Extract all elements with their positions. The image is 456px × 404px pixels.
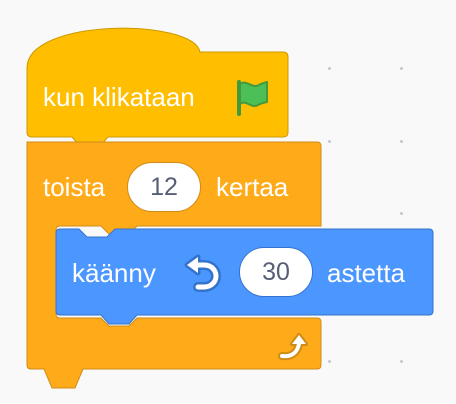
grid-dot [400, 360, 403, 363]
grid-dot [328, 140, 331, 143]
block-shapes [0, 0, 456, 404]
loop-arrow-icon [278, 333, 308, 361]
script-workspace[interactable]: kun klikataan toista 12 kertaa käänny 30… [0, 0, 456, 404]
repeat-count-input[interactable]: 12 [127, 162, 201, 212]
grid-dot [400, 140, 403, 143]
rotate-left-icon [184, 254, 221, 292]
green-flag-icon [237, 80, 268, 116]
turn-degrees-label: astetta [327, 258, 406, 288]
repeat-times-label: kertaa [216, 172, 289, 202]
turn-label: käänny [72, 258, 156, 288]
when-flag-clicked-label: kun klikataan [43, 82, 195, 112]
repeat-label: toista [43, 172, 106, 202]
grid-dot [328, 67, 331, 70]
grid-dot [400, 212, 403, 215]
turn-degrees-input[interactable]: 30 [239, 247, 313, 297]
grid-dot [328, 360, 331, 363]
grid-dot [400, 67, 403, 70]
